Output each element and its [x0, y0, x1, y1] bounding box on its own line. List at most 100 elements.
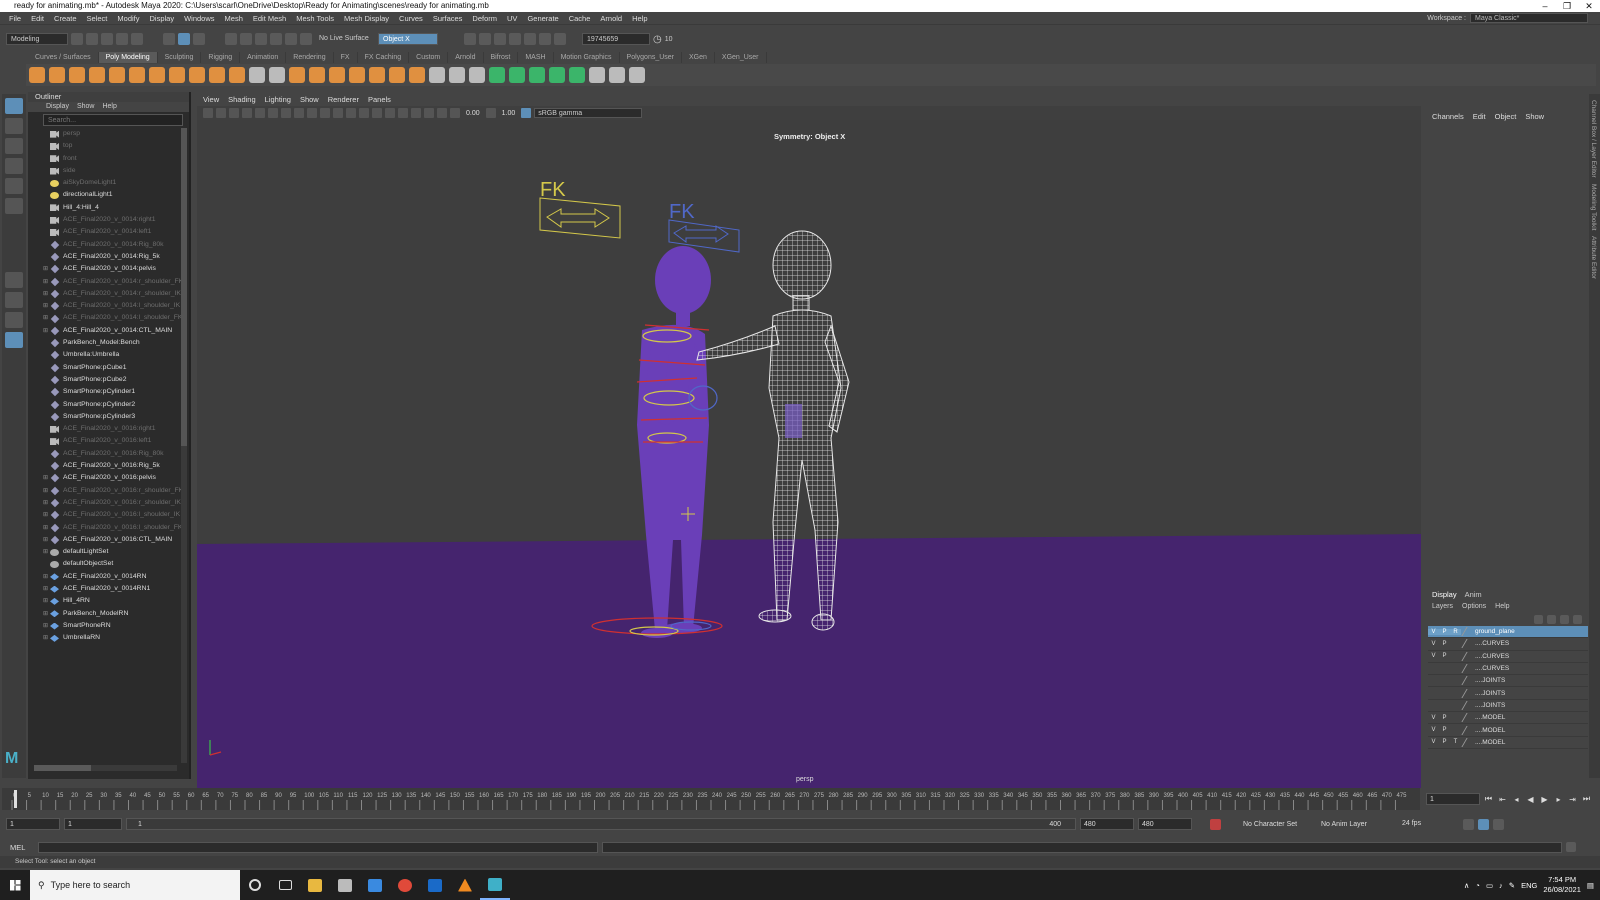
gamma-icon[interactable]	[485, 108, 496, 118]
wireframe-on-shaded-icon[interactable]	[359, 108, 369, 118]
menu-surfaces[interactable]: Surfaces	[428, 14, 468, 23]
boolean-icon[interactable]	[309, 67, 325, 83]
viewport-menu-view[interactable]: View	[203, 94, 219, 106]
wireframe-icon[interactable]	[333, 108, 343, 118]
show-hidden-icons-icon[interactable]: ∧	[1464, 881, 1470, 890]
ground-plane[interactable]	[197, 534, 1421, 788]
outliner-item[interactable]: ⊞ ACE_Final2020_v_0014:r_shoulder_IK	[28, 288, 189, 300]
menu-file[interactable]: File	[4, 14, 26, 23]
taskbar-clock[interactable]: 7:54 PM 26/08/2021	[1543, 875, 1581, 895]
menu-deform[interactable]: Deform	[467, 14, 502, 23]
outliner-item[interactable]: directionalLight1	[28, 189, 189, 201]
outliner-menu-help[interactable]: Help	[102, 102, 116, 112]
expand-toggle-icon[interactable]: ⊞	[41, 472, 50, 484]
outliner-item[interactable]: ACE_Final2020_v_0014:Rig_5k	[28, 251, 189, 263]
expand-toggle-icon[interactable]: ⊞	[41, 632, 50, 644]
go-to-start-icon[interactable]: ⏮	[1483, 794, 1494, 804]
viewport-panel[interactable]: View Shading Lighting Show Renderer Panels 0.…	[197, 94, 1421, 788]
color-space-dropdown[interactable]: sRGB gamma	[534, 108, 643, 118]
platonic-solid-icon[interactable]	[169, 67, 185, 83]
outliner-item[interactable]: ACE_Final2020_v_0016:Rig_80k	[28, 448, 189, 460]
poly-plane-icon[interactable]	[129, 67, 145, 83]
snap-point-icon[interactable]	[255, 33, 267, 45]
channel-box-menu-show[interactable]: Show	[1525, 112, 1544, 121]
outliner-item[interactable]: ⊞ SmartPhoneRN	[28, 620, 189, 632]
outliner-item[interactable]: SmartPhone:pCube2	[28, 374, 189, 386]
shelf-tab-mash[interactable]: MASH	[518, 52, 554, 63]
auto-key-icon[interactable]	[1210, 818, 1221, 830]
network-icon[interactable]: ◔	[1475, 881, 1480, 890]
layer-menu-layers[interactable]: Layers	[1432, 603, 1453, 610]
menu-windows[interactable]: Windows	[179, 14, 219, 23]
task-view-icon[interactable]	[270, 870, 300, 900]
playback-start-field[interactable]: 1	[64, 818, 122, 830]
shelf-tab-motion-graphics[interactable]: Motion Graphics	[554, 52, 620, 63]
pause-icon[interactable]	[554, 33, 566, 45]
outliner-vertical-scrollbar[interactable]	[181, 128, 187, 763]
outliner-item[interactable]: ACE_Final2020_v_0016:left1	[28, 435, 189, 447]
menu-uv[interactable]: UV	[502, 14, 522, 23]
grid-icon[interactable]	[255, 108, 265, 118]
quad-draw-icon[interactable]	[469, 67, 485, 83]
isolate-select-icon[interactable]	[424, 108, 434, 118]
planar-map-icon[interactable]	[489, 67, 505, 83]
expand-toggle-icon[interactable]: ⊞	[41, 288, 50, 300]
go-to-end-icon[interactable]: ⏭	[1581, 794, 1592, 804]
safe-action-icon[interactable]	[320, 108, 330, 118]
animation-start-field[interactable]: 1	[6, 818, 60, 830]
visibility-toggle[interactable]: V	[1428, 628, 1439, 635]
shelf-tab-poly-modeling[interactable]: Poly Modeling	[98, 52, 158, 63]
layer-row[interactable]: V P ....CURVES	[1428, 651, 1588, 663]
menu-generate[interactable]: Generate	[522, 14, 563, 23]
bookmark-icon[interactable]	[229, 108, 239, 118]
step-back-frame-icon[interactable]: ◂	[1511, 795, 1522, 804]
store-icon[interactable]	[330, 870, 360, 900]
outliner-item[interactable]: ⊞ UmbrellaRN	[28, 632, 189, 644]
text-icon[interactable]	[209, 67, 225, 83]
menu-modify[interactable]: Modify	[112, 14, 144, 23]
step-back-key-icon[interactable]: ⇤	[1497, 795, 1508, 804]
shelf-tab-bifrost[interactable]: Bifrost	[484, 52, 519, 63]
menu-curves[interactable]: Curves	[394, 14, 428, 23]
arnold-render-icon[interactable]	[539, 33, 551, 45]
script-editor-icon[interactable]	[1566, 842, 1576, 852]
outliner-item[interactable]: defaultObjectSet	[28, 558, 189, 570]
open-scene-icon[interactable]	[86, 33, 98, 45]
move-layer-down-icon[interactable]	[1547, 614, 1556, 624]
expand-toggle-icon[interactable]: ⊞	[41, 300, 50, 312]
snap-curve-icon[interactable]	[240, 33, 252, 45]
textured-icon[interactable]	[372, 108, 382, 118]
outliner-item[interactable]: ⊞ ACE_Final2020_v_0016:l_shoulder_IK	[28, 509, 189, 521]
layer-row[interactable]: ....JOINTS	[1428, 675, 1588, 688]
poly-torus-icon[interactable]	[109, 67, 125, 83]
outliner-item[interactable]: Hill_4:Hill_4	[28, 202, 189, 214]
expand-toggle-icon[interactable]: ⊞	[41, 546, 50, 558]
start-button[interactable]	[0, 870, 30, 900]
lasso-tool-icon[interactable]	[5, 118, 23, 134]
outliner-horizontal-scrollbar[interactable]	[34, 765, 177, 771]
playback-toggle[interactable]: P	[1439, 628, 1450, 635]
display-type-toggle[interactable]: T	[1450, 739, 1461, 745]
target-weld-icon[interactable]	[449, 67, 465, 83]
visibility-toggle[interactable]: V	[1428, 715, 1439, 721]
paint-select-icon[interactable]	[5, 138, 23, 154]
shelf-tab-arnold[interactable]: Arnold	[448, 52, 484, 63]
select-object-icon[interactable]	[178, 33, 190, 45]
outliner-item[interactable]: ⊞ defaultLightSet	[28, 546, 189, 558]
render-view-icon[interactable]	[464, 33, 476, 45]
outliner-search-input[interactable]: Search...	[43, 114, 183, 126]
spherical-map-icon[interactable]	[549, 67, 565, 83]
expand-toggle-icon[interactable]: ⊞	[41, 595, 50, 607]
outliner-menu-show[interactable]: Show	[77, 102, 95, 112]
rotate-tool-icon[interactable]	[5, 178, 23, 194]
snap-center-icon[interactable]	[300, 33, 312, 45]
outliner-item[interactable]: ⊞ ACE_Final2020_v_0014:CTL_MAIN	[28, 325, 189, 337]
outliner-item[interactable]: ParkBench_Model:Bench	[28, 337, 189, 349]
select-component-icon[interactable]	[193, 33, 205, 45]
visibility-toggle[interactable]: V	[1428, 641, 1439, 647]
svg-icon[interactable]	[229, 67, 245, 83]
user-account-dropdown[interactable]: 19745659	[582, 33, 650, 45]
vlc-icon[interactable]	[450, 870, 480, 900]
uv-editor-icon[interactable]	[569, 67, 585, 83]
outliner-item[interactable]: SmartPhone:pCylinder1	[28, 386, 189, 398]
